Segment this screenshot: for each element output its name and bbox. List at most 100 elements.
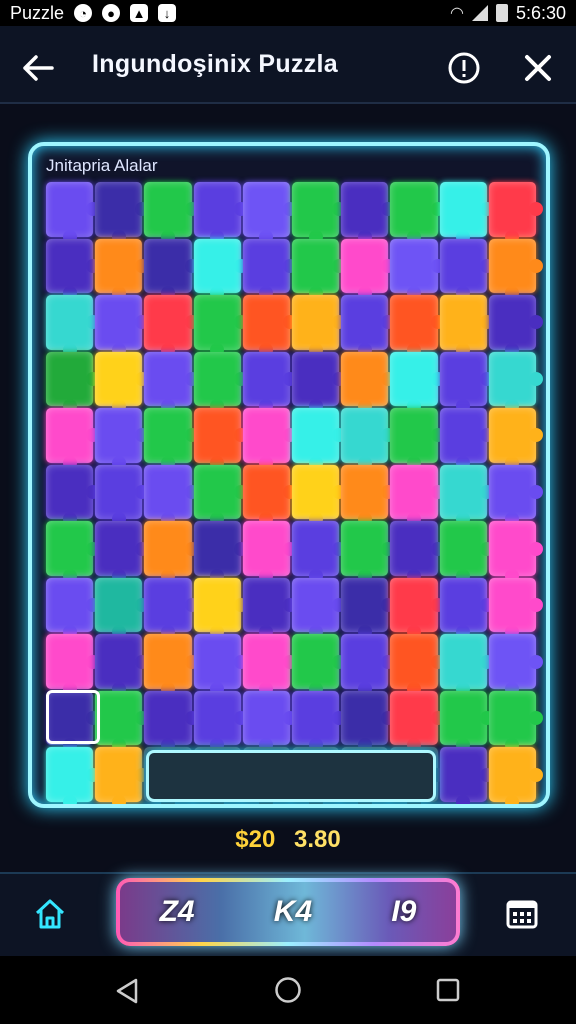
back-arrow-icon[interactable] xyxy=(18,48,58,88)
action-button-1[interactable]: Z4 xyxy=(160,895,195,929)
puzzle-piece[interactable] xyxy=(341,577,396,639)
action-button-3[interactable]: I9 xyxy=(391,895,416,929)
puzzle-piece[interactable] xyxy=(95,408,150,470)
puzzle-piece[interactable] xyxy=(341,182,396,244)
puzzle-piece[interactable] xyxy=(242,577,298,639)
puzzle-piece[interactable] xyxy=(95,521,150,583)
puzzle-piece[interactable] xyxy=(46,408,101,470)
puzzle-piece[interactable] xyxy=(193,690,249,752)
puzzle-piece[interactable] xyxy=(46,295,101,357)
puzzle-piece[interactable] xyxy=(144,464,199,526)
home-icon[interactable] xyxy=(30,894,70,934)
puzzle-piece[interactable] xyxy=(390,238,445,300)
puzzle-piece[interactable] xyxy=(488,634,544,696)
puzzle-piece[interactable] xyxy=(193,238,249,300)
puzzle-piece[interactable] xyxy=(439,238,495,300)
puzzle-piece[interactable] xyxy=(488,577,544,639)
puzzle-piece[interactable] xyxy=(341,408,396,470)
puzzle-piece[interactable] xyxy=(193,182,249,244)
nav-recent-icon[interactable] xyxy=(436,978,460,1007)
nav-home-icon[interactable] xyxy=(274,976,302,1004)
puzzle-piece[interactable] xyxy=(488,690,544,752)
puzzle-piece[interactable] xyxy=(95,634,150,696)
puzzle-piece[interactable] xyxy=(193,634,249,696)
puzzle-piece[interactable] xyxy=(144,690,199,752)
puzzle-piece[interactable] xyxy=(439,295,495,357)
puzzle-piece[interactable] xyxy=(292,577,347,639)
puzzle-piece[interactable] xyxy=(390,182,445,244)
puzzle-piece[interactable] xyxy=(95,182,150,244)
puzzle-piece[interactable] xyxy=(292,238,347,300)
puzzle-piece[interactable] xyxy=(488,464,544,526)
puzzle-piece[interactable] xyxy=(46,521,101,583)
puzzle-piece[interactable] xyxy=(144,521,199,583)
puzzle-piece[interactable] xyxy=(390,295,445,357)
nav-back-icon[interactable] xyxy=(114,978,140,1009)
puzzle-piece[interactable] xyxy=(242,351,298,413)
puzzle-piece[interactable] xyxy=(341,238,396,300)
puzzle-piece[interactable] xyxy=(341,690,396,752)
puzzle-piece[interactable] xyxy=(488,747,544,804)
puzzle-piece[interactable] xyxy=(46,182,101,244)
selected-piece-slot[interactable] xyxy=(46,690,100,744)
puzzle-piece[interactable] xyxy=(488,238,544,300)
puzzle-piece[interactable] xyxy=(144,238,199,300)
puzzle-piece[interactable] xyxy=(95,295,150,357)
puzzle-piece[interactable] xyxy=(46,577,101,639)
puzzle-piece[interactable] xyxy=(242,182,298,244)
puzzle-piece[interactable] xyxy=(95,577,150,639)
puzzle-piece[interactable] xyxy=(292,182,347,244)
puzzle-piece[interactable] xyxy=(341,521,396,583)
puzzle-piece[interactable] xyxy=(292,464,347,526)
puzzle-piece[interactable] xyxy=(439,747,495,804)
puzzle-piece[interactable] xyxy=(46,238,101,300)
puzzle-piece[interactable] xyxy=(439,577,495,639)
puzzle-piece[interactable] xyxy=(341,351,396,413)
puzzle-piece[interactable] xyxy=(292,634,347,696)
puzzle-piece[interactable] xyxy=(95,747,150,804)
puzzle-piece[interactable] xyxy=(390,690,445,752)
puzzle-piece[interactable] xyxy=(193,464,249,526)
action-button-2[interactable]: K4 xyxy=(274,895,312,929)
puzzle-piece[interactable] xyxy=(95,690,150,752)
puzzle-piece[interactable] xyxy=(439,464,495,526)
puzzle-piece[interactable] xyxy=(242,690,298,752)
puzzle-piece[interactable] xyxy=(390,351,445,413)
puzzle-piece[interactable] xyxy=(292,408,347,470)
puzzle-piece[interactable] xyxy=(95,464,150,526)
puzzle-piece[interactable] xyxy=(242,521,298,583)
puzzle-piece[interactable] xyxy=(439,521,495,583)
piece-drop-slot[interactable] xyxy=(146,750,436,802)
info-icon[interactable] xyxy=(444,48,484,88)
puzzle-piece[interactable] xyxy=(488,182,544,244)
puzzle-piece[interactable] xyxy=(46,634,101,696)
puzzle-piece[interactable] xyxy=(193,295,249,357)
puzzle-piece[interactable] xyxy=(242,238,298,300)
puzzle-piece[interactable] xyxy=(144,182,199,244)
puzzle-piece[interactable] xyxy=(341,295,396,357)
puzzle-piece[interactable] xyxy=(242,295,298,357)
puzzle-piece[interactable] xyxy=(46,747,101,804)
puzzle-piece[interactable] xyxy=(341,464,396,526)
puzzle-piece[interactable] xyxy=(390,521,445,583)
puzzle-piece[interactable] xyxy=(46,464,101,526)
puzzle-piece[interactable] xyxy=(439,351,495,413)
puzzle-piece[interactable] xyxy=(193,521,249,583)
puzzle-piece[interactable] xyxy=(144,351,199,413)
calendar-icon[interactable] xyxy=(502,894,542,934)
puzzle-piece[interactable] xyxy=(439,634,495,696)
close-icon[interactable] xyxy=(518,48,558,88)
puzzle-piece[interactable] xyxy=(193,577,249,639)
puzzle-piece[interactable] xyxy=(144,577,199,639)
puzzle-piece[interactable] xyxy=(488,295,544,357)
puzzle-piece[interactable] xyxy=(341,634,396,696)
puzzle-piece[interactable] xyxy=(193,408,249,470)
puzzle-piece[interactable] xyxy=(488,351,544,413)
puzzle-piece[interactable] xyxy=(242,464,298,526)
puzzle-piece[interactable] xyxy=(292,295,347,357)
puzzle-piece[interactable] xyxy=(242,634,298,696)
puzzle-piece[interactable] xyxy=(292,351,347,413)
puzzle-piece[interactable] xyxy=(292,521,347,583)
puzzle-piece[interactable] xyxy=(144,408,199,470)
puzzle-piece[interactable] xyxy=(439,408,495,470)
